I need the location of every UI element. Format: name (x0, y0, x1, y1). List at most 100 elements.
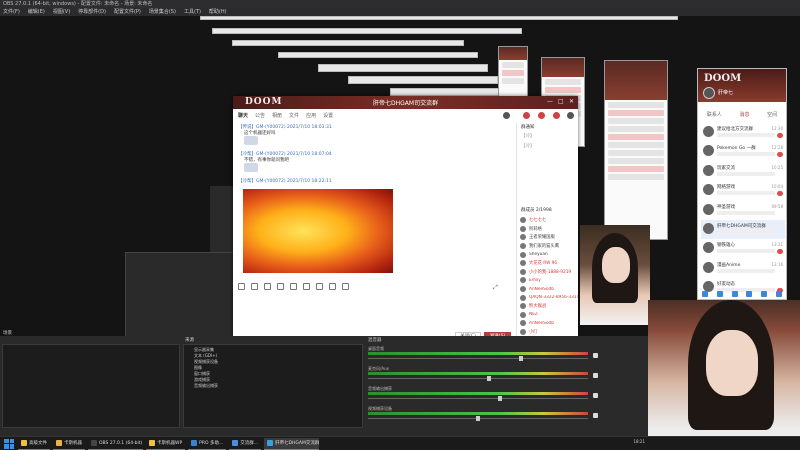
gift-icon[interactable] (303, 283, 310, 290)
emoji-icon[interactable] (238, 283, 245, 290)
emoji-thumbnail[interactable] (244, 163, 258, 172)
tab-messages[interactable]: 消息 (739, 111, 749, 118)
maximize-icon[interactable]: □ (558, 98, 564, 105)
close-icon[interactable]: ✕ (569, 98, 574, 105)
source-item[interactable]: 音频输出捕获 (184, 383, 362, 389)
slider-knob[interactable] (497, 396, 502, 401)
tab-files[interactable]: 文件 (289, 112, 299, 122)
app-icon[interactable] (760, 291, 767, 297)
slider-knob[interactable] (519, 356, 524, 361)
chat-list-item[interactable]: 神圣游戏 09:58 (701, 201, 785, 220)
member-item[interactable]: 王者荣耀国服 (520, 233, 578, 242)
message-input[interactable] (233, 294, 513, 332)
history-icon[interactable] (329, 283, 336, 290)
scenes-list[interactable] (2, 344, 180, 428)
app-icon[interactable] (731, 291, 738, 297)
app-icon[interactable] (716, 291, 723, 297)
message-time: 2021/7/10 18:03:31 (287, 125, 332, 130)
chat-list-item[interactable]: 建议给北方交流群 12:30 (701, 123, 785, 142)
volume-slider[interactable] (368, 356, 588, 361)
member-item[interactable]: NEZ (520, 311, 578, 320)
member-item[interactable]: AnNeeSodb (520, 285, 578, 294)
speaker-icon[interactable] (593, 353, 598, 358)
taskbar-item[interactable]: 卡斯机器 (53, 438, 85, 450)
menu-help[interactable]: 帮助(H) (209, 8, 227, 16)
chat-list-item[interactable]: 玩家交流 10:25 (701, 162, 785, 181)
phone-icon[interactable] (503, 112, 510, 119)
member-item[interactable]: 熊大猴战 (520, 302, 578, 311)
menu-file[interactable]: 文件(F) (3, 8, 20, 16)
avatar[interactable] (703, 87, 715, 99)
volume-slider[interactable] (368, 376, 588, 381)
menu-view[interactable]: 视图(V) (53, 8, 70, 16)
fire-image-message[interactable] (243, 189, 393, 273)
volume-slider[interactable] (368, 416, 588, 421)
windows-start-icon[interactable] (4, 438, 14, 449)
tab-notice[interactable]: 公告 (255, 112, 265, 122)
tab-album[interactable]: 相册 (272, 112, 282, 122)
app-icon[interactable] (746, 291, 753, 297)
tab-settings[interactable]: 设置 (323, 112, 333, 122)
chat-list-item[interactable]: Pokemon Go 一群 12:28 (701, 142, 785, 161)
chat-list-item[interactable]: 网络游戏 10:04 (701, 181, 785, 200)
menu-docks[interactable]: 停靠部件(D) (78, 8, 106, 16)
chat-time: 10:25 (771, 164, 783, 170)
menu-tools[interactable]: 工具(T) (184, 8, 201, 16)
tab-space[interactable]: 空间 (767, 111, 777, 118)
member-item[interactable]: 七七七七 (520, 216, 578, 225)
screen-share-icon[interactable] (538, 112, 545, 119)
member-item[interactable]: 小小的我-1888-9219 (520, 268, 578, 277)
speaker-icon[interactable] (593, 393, 598, 398)
slider-knob[interactable] (476, 416, 480, 421)
member-item[interactable]: QAQN-3322-8956-3314 (520, 293, 578, 302)
member-name: Sheyuan (529, 252, 548, 258)
app-icon[interactable] (775, 291, 782, 297)
menu-icon[interactable] (702, 291, 709, 297)
menu-scene-collection[interactable]: 场景集合(S) (149, 8, 176, 16)
chat-list-item[interactable]: 肝帝七DHGAM司交流群 (701, 219, 785, 240)
member-item[interactable]: 我们家的猫头鹰 (520, 242, 578, 251)
chat-name: 钢铁雄心 (717, 243, 735, 249)
expand-icon[interactable]: ⤢ (493, 284, 498, 292)
gif-icon[interactable] (251, 283, 258, 290)
taskbar-item[interactable]: 交流群... (229, 438, 262, 450)
slider-knob[interactable] (486, 376, 491, 381)
taskbar-item[interactable]: 高级文件 (18, 438, 50, 450)
chat-list-item[interactable]: 钢铁雄心 13:31 (701, 239, 785, 258)
emoji-thumbnail[interactable] (244, 136, 258, 145)
video-icon[interactable] (523, 112, 530, 119)
volume-meter (368, 352, 588, 355)
taskbar-item[interactable]: OBS 27.0.1 (64-bit) (88, 438, 143, 450)
more-icon[interactable] (567, 112, 574, 119)
tab-apps[interactable]: 应用 (306, 112, 316, 122)
member-item[interactable]: AnNeeSodb (520, 319, 578, 328)
scissors-icon[interactable] (264, 283, 271, 290)
speaker-icon[interactable] (593, 413, 598, 418)
sender-name[interactable]: GM-(Y00072) (256, 179, 286, 184)
member-item[interactable]: Emily (520, 276, 578, 285)
folder-icon[interactable] (277, 283, 284, 290)
mic-icon[interactable] (316, 283, 323, 290)
chat-avatar (703, 261, 714, 273)
menu-edit[interactable]: 编辑(E) (28, 8, 45, 16)
tab-contacts[interactable]: 联系人 (707, 111, 722, 118)
sources-list[interactable]: 显示器采集 文本 (GDI+) 视频捕获设备 图像 窗口捕获 游戏捕获 音频输出… (183, 344, 363, 428)
menu-profile[interactable]: 配置文件(P) (114, 8, 141, 16)
more-tools-icon[interactable] (342, 283, 349, 290)
speaker-icon[interactable] (593, 373, 598, 378)
minimize-icon[interactable]: — (547, 98, 553, 105)
image-icon[interactable] (290, 283, 297, 290)
member-item[interactable]: 大花花 RW 96 (520, 259, 578, 268)
volume-slider[interactable] (368, 396, 588, 401)
invite-icon[interactable] (553, 112, 560, 119)
user-name[interactable]: 肝帝七 (718, 89, 733, 96)
chat-list-item[interactable]: 漫画Anime 13:16 (701, 259, 785, 278)
taskbar-item[interactable]: 卡斯机器WP (146, 438, 186, 450)
taskbar-item[interactable]: 肝帝七DHGAM交流群 (264, 437, 320, 450)
tab-chat[interactable]: 聊天 (238, 112, 248, 122)
member-item[interactable]: 阿莉格 (520, 225, 578, 234)
taskbar-item[interactable]: PRO 多助... (188, 438, 227, 450)
member-item[interactable]: Sheyuan (520, 250, 578, 259)
message-text: 不错，有事你就问我吧 (244, 158, 289, 163)
member-name: QAQN-3322-8956-3314 (529, 295, 578, 301)
